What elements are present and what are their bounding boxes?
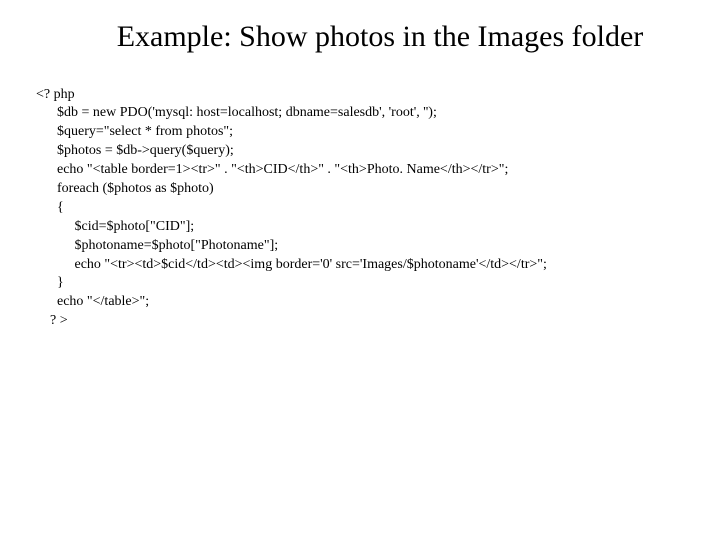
code-line: ? > bbox=[36, 313, 68, 328]
slide-title: Example: Show photos in the Images folde… bbox=[100, 18, 660, 56]
code-line: foreach ($photos as $photo) bbox=[36, 181, 214, 196]
code-line: $db = new PDO('mysql: host=localhost; db… bbox=[36, 105, 437, 120]
code-line: echo "</table>"; bbox=[36, 294, 149, 309]
code-line: $photos = $db->query($query); bbox=[36, 143, 234, 158]
code-line: $query="select * from photos"; bbox=[36, 124, 233, 139]
code-line: } bbox=[36, 275, 64, 290]
code-line: $cid=$photo["CID"]; bbox=[36, 219, 194, 234]
code-line: echo "<table border=1><tr>" . "<th>CID</… bbox=[36, 162, 508, 177]
code-block: <? php $db = new PDO('mysql: host=localh… bbox=[36, 86, 720, 332]
code-line: <? php bbox=[36, 87, 75, 102]
code-line: $photoname=$photo["Photoname"]; bbox=[36, 238, 278, 253]
slide: Example: Show photos in the Images folde… bbox=[0, 0, 720, 540]
code-line: { bbox=[36, 200, 64, 215]
code-line: echo "<tr><td>$cid</td><td><img border='… bbox=[36, 257, 547, 272]
